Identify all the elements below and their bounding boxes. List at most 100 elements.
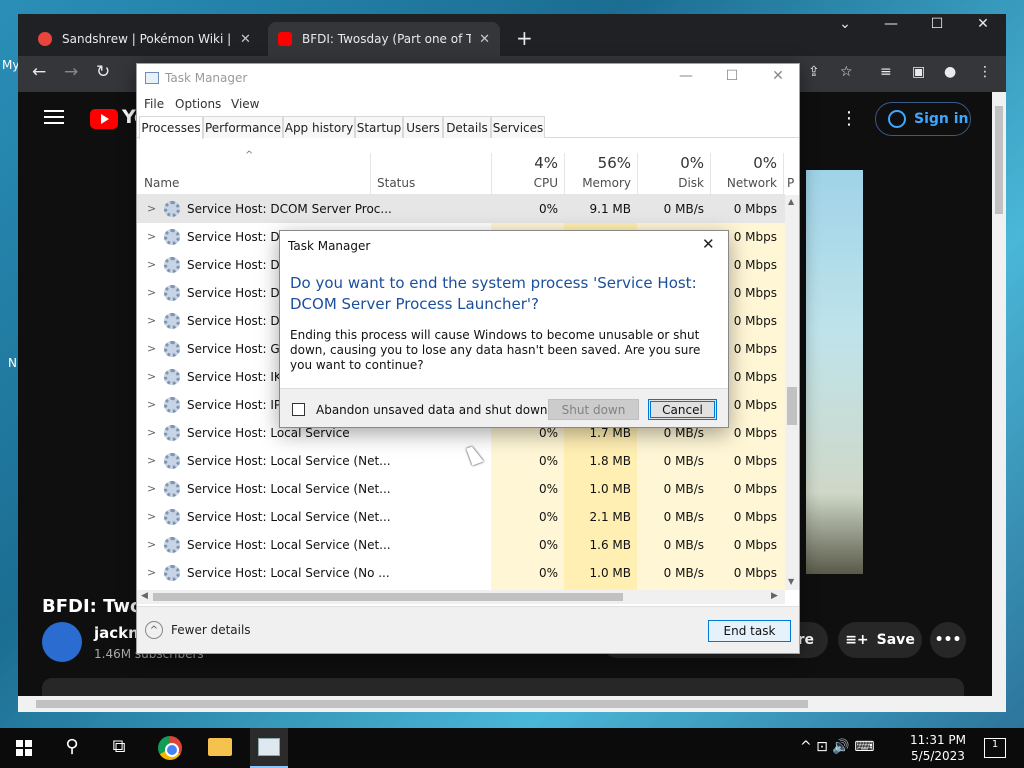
- service-gear-icon: [164, 313, 180, 329]
- start-windows-icon[interactable]: [16, 740, 32, 756]
- maximize-button[interactable]: ☐: [709, 68, 755, 84]
- back-button[interactable]: ←: [32, 62, 46, 82]
- new-tab-button[interactable]: +: [516, 26, 533, 50]
- youtube-logo-icon[interactable]: [90, 109, 118, 129]
- chrome-menu-icon[interactable]: ⋮: [978, 64, 992, 80]
- side-panel-icon[interactable]: ▣: [912, 64, 925, 80]
- table-row[interactable]: > Service Host: Local Service (Net... 0% 1.…: [137, 531, 785, 559]
- channel-avatar[interactable]: [42, 622, 82, 662]
- tab-users[interactable]: Users: [403, 116, 443, 138]
- expand-chevron-icon[interactable]: >: [147, 314, 156, 327]
- scroll-down-icon[interactable]: ▼: [788, 577, 794, 586]
- reload-button[interactable]: ↻: [96, 62, 110, 82]
- search-icon[interactable]: ⚲: [57, 736, 87, 757]
- bookmark-star-icon[interactable]: ☆: [840, 64, 853, 80]
- column-name[interactable]: Name: [144, 176, 179, 190]
- table-row[interactable]: > Service Host: DCOM Server Proc... 0% 9.1 …: [137, 195, 785, 223]
- menu-options[interactable]: Options: [175, 97, 221, 111]
- expand-chevron-icon[interactable]: >: [147, 258, 156, 271]
- maximize-button[interactable]: ☐: [914, 16, 960, 32]
- profile-icon[interactable]: ●: [944, 64, 956, 80]
- table-row[interactable]: > Service Host: Local Service (No ... 0% 1.…: [137, 559, 785, 587]
- service-gear-icon: [164, 257, 180, 273]
- expand-chevron-icon[interactable]: >: [147, 426, 156, 439]
- save-button[interactable]: ≡+ Save: [838, 622, 922, 658]
- end-task-button[interactable]: End task: [708, 620, 791, 642]
- page-horizontal-scrollbar[interactable]: [18, 696, 1006, 712]
- sort-arrow-icon: ^: [245, 150, 254, 161]
- expand-chevron-icon[interactable]: >: [147, 398, 156, 411]
- menu-file[interactable]: File: [144, 97, 164, 111]
- expand-chevron-icon[interactable]: >: [147, 370, 156, 383]
- tab-details[interactable]: Details: [443, 116, 491, 138]
- sign-in-button[interactable]: Sign in: [875, 102, 971, 136]
- notification-center-icon[interactable]: 1: [984, 738, 1006, 758]
- minimize-button[interactable]: —: [868, 16, 914, 32]
- hamburger-menu-icon[interactable]: [44, 110, 64, 124]
- column-power[interactable]: P: [787, 176, 797, 190]
- scroll-thumb[interactable]: [995, 106, 1003, 214]
- menu-view[interactable]: View: [231, 97, 259, 111]
- scroll-right-icon[interactable]: ▶: [771, 591, 778, 601]
- tab-close-icon[interactable]: ✕: [240, 32, 251, 47]
- scroll-thumb[interactable]: [153, 593, 623, 601]
- column-cpu[interactable]: CPU: [491, 176, 558, 190]
- cancel-button[interactable]: Cancel: [648, 399, 717, 420]
- media-control-icon[interactable]: ≡: [880, 64, 892, 80]
- expand-chevron-icon[interactable]: >: [147, 202, 156, 215]
- scroll-up-icon[interactable]: ▲: [788, 197, 794, 206]
- expand-chevron-icon[interactable]: >: [147, 510, 156, 523]
- minimize-button[interactable]: —: [663, 68, 709, 84]
- expand-chevron-icon[interactable]: >: [147, 566, 156, 579]
- table-row[interactable]: > Service Host: Local Service (Net... 0% 1.…: [137, 475, 785, 503]
- forward-button[interactable]: →: [64, 62, 78, 82]
- expand-chevron-icon[interactable]: >: [147, 538, 156, 551]
- tab-app-history[interactable]: App history: [283, 116, 355, 138]
- scroll-thumb[interactable]: [36, 700, 808, 708]
- expand-chevron-icon[interactable]: >: [147, 342, 156, 355]
- column-disk[interactable]: Disk: [637, 176, 704, 190]
- share-icon[interactable]: ⇪: [808, 64, 820, 80]
- dialog-close-icon[interactable]: ✕: [702, 235, 715, 253]
- shut-down-button[interactable]: Shut down: [548, 399, 639, 420]
- more-actions-button[interactable]: •••: [930, 622, 966, 658]
- tab-bfdi[interactable]: BFDI: Twosday (Part one of TWO) ✕: [268, 22, 500, 56]
- expand-chevron-icon[interactable]: >: [147, 454, 156, 467]
- scroll-thumb[interactable]: [787, 387, 797, 425]
- table-row[interactable]: > Service Host: Local Service (Net... 0% 2.…: [137, 503, 785, 531]
- clock[interactable]: 11:31 PM 5/5/2023: [906, 732, 970, 764]
- column-status[interactable]: Status: [377, 176, 415, 190]
- table-row[interactable]: > Service Host: Local Service (Net... 0% 1.…: [137, 447, 785, 475]
- column-memory[interactable]: Memory: [564, 176, 631, 190]
- tab-startup[interactable]: Startup: [355, 116, 403, 138]
- video-player[interactable]: [806, 170, 863, 574]
- settings-more-icon[interactable]: ⋮: [840, 108, 858, 129]
- expand-chevron-icon[interactable]: >: [147, 286, 156, 299]
- close-button[interactable]: ✕: [755, 68, 801, 84]
- fewer-details-button[interactable]: ^ Fewer details: [145, 621, 251, 639]
- column-network[interactable]: Network: [710, 176, 777, 190]
- tab-close-icon[interactable]: ✕: [479, 32, 490, 47]
- tab-services[interactable]: Services: [491, 116, 545, 138]
- description-box[interactable]: [42, 678, 964, 696]
- tab-sandshrew[interactable]: Sandshrew | Pokémon Wiki | Fandom ✕: [28, 22, 266, 56]
- process-vertical-scrollbar[interactable]: ▲ ▼: [785, 195, 799, 590]
- system-tray-icons[interactable]: ^ ⊡ 🔊 ⌨: [800, 739, 900, 755]
- abandon-data-checkbox[interactable]: [292, 403, 305, 416]
- chrome-taskbar-icon[interactable]: [158, 736, 182, 760]
- page-vertical-scrollbar[interactable]: [992, 92, 1006, 696]
- tab-processes[interactable]: Processes: [139, 116, 203, 139]
- abandon-data-label[interactable]: Abandon unsaved data and shut down.: [316, 403, 551, 417]
- process-horizontal-scrollbar[interactable]: ◀ ▶: [137, 590, 785, 604]
- tab-performance[interactable]: Performance: [203, 116, 283, 138]
- process-cpu: 0%: [538, 426, 558, 440]
- process-memory: 9.1 MB: [589, 202, 631, 216]
- expand-chevron-icon[interactable]: >: [147, 230, 156, 243]
- file-explorer-icon[interactable]: [208, 738, 232, 756]
- scroll-left-icon[interactable]: ◀: [141, 591, 148, 601]
- expand-chevron-icon[interactable]: >: [147, 482, 156, 495]
- task-view-icon[interactable]: ⧉: [104, 736, 134, 757]
- tab-search-icon[interactable]: ⌄: [822, 16, 868, 32]
- task-manager-titlebar[interactable]: Task Manager — ☐ ✕: [137, 64, 799, 92]
- close-button[interactable]: ✕: [960, 16, 1006, 32]
